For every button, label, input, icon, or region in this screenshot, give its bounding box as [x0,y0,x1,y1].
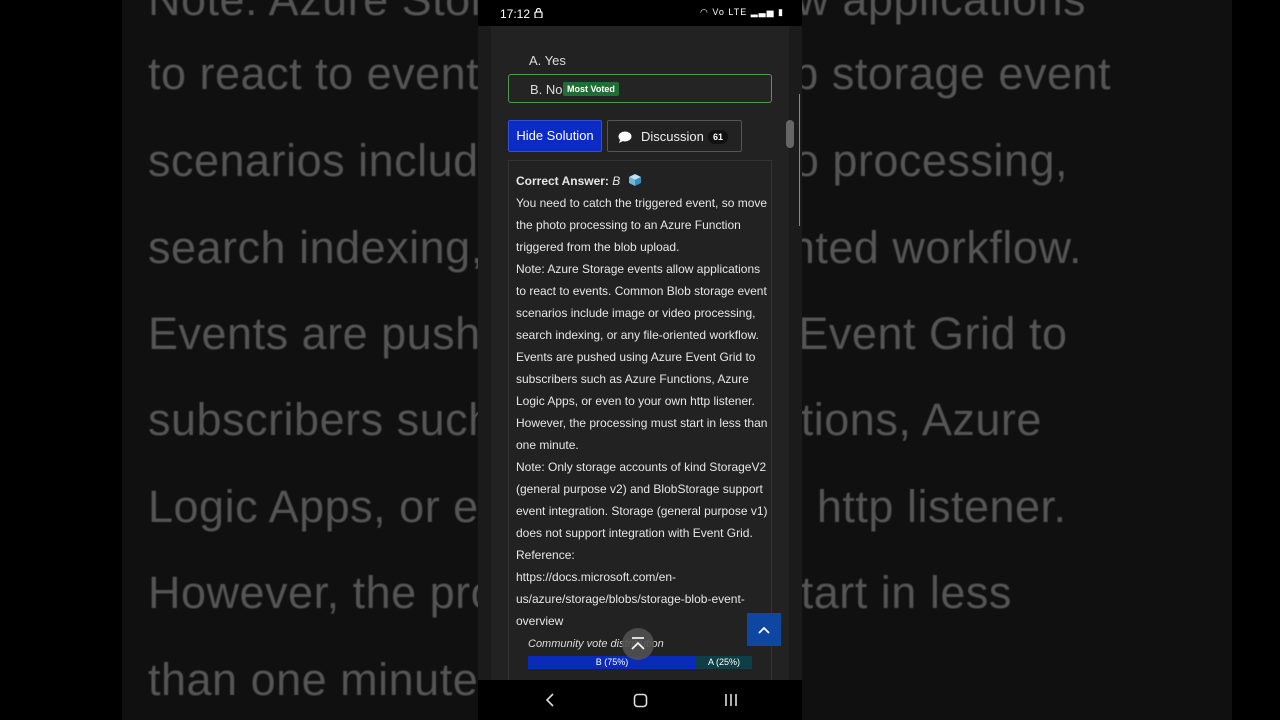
home-nav-icon[interactable] [633,693,648,708]
answer-text: Correct Answer: B You need to catch the … [516,170,770,632]
wifi-icon: ◠ [700,7,709,17]
scroll-to-top-button[interactable] [622,628,654,660]
signal-icon: ▂▃▅ [750,7,775,17]
choice-a[interactable]: A. Yes [508,46,772,75]
status-bar: 17:12 ◠ Vo LTE ▂▃▅ ▮ [478,0,802,26]
phone-screen: 17:12 ◠ Vo LTE ▂▃▅ ▮ A. Yes B. No Most V… [478,0,802,720]
answer-paragraph: Note: Only storage accounts of kind Stor… [516,460,768,540]
chat-bubble-icon [618,131,632,143]
volte-label: Vo LTE [712,7,748,17]
double-chevron-up-icon [631,637,645,650]
back-to-top-button[interactable] [747,613,781,646]
hide-solution-button[interactable]: Hide Solution [508,120,602,152]
bg-line: than one minute. [148,654,492,705]
answer-paragraph: Note: Azure Storage events allow applica… [516,262,768,452]
discussion-label: Discussion [641,129,704,144]
lock-icon [534,8,543,18]
android-nav-bar [478,680,802,720]
discussion-count-badge: 61 [708,130,729,144]
page-scrollbar-thumb[interactable] [786,120,794,148]
chevron-up-icon [758,626,770,634]
answer-panel: Correct Answer: B You need to catch the … [508,160,772,680]
status-time: 17:12 [500,7,531,21]
choice-label: A. Yes [529,53,566,68]
correct-answer-label: Correct Answer: [516,174,609,188]
reference-label: Reference: [516,548,575,562]
vote-bar-b: B (75%) [528,656,696,669]
cube-icon [628,174,641,186]
question-content: A. Yes B. No Most Voted Hide Solution Di… [491,26,789,680]
recents-nav-icon[interactable] [724,693,738,707]
correct-answer-value: B [612,174,621,188]
battery-icon: ▮ [778,7,784,17]
vote-bar-a: A (25%) [696,656,752,669]
correct-answer-line: Correct Answer: B [516,170,770,192]
back-nav-icon[interactable] [544,692,556,708]
discussion-button[interactable]: Discussion 61 [607,120,742,152]
reference-link[interactable]: https://docs.microsoft.com/en-us/azure/s… [516,566,770,632]
most-voted-badge: Most Voted [563,82,619,96]
choice-label: B. No [530,82,563,97]
answer-paragraph: You need to catch the triggered event, s… [516,196,768,254]
edge-panel-handle[interactable] [799,94,802,226]
choice-b[interactable]: B. No Most Voted [508,74,772,103]
status-icons: ◠ Vo LTE ▂▃▅ ▮ [700,7,784,18]
